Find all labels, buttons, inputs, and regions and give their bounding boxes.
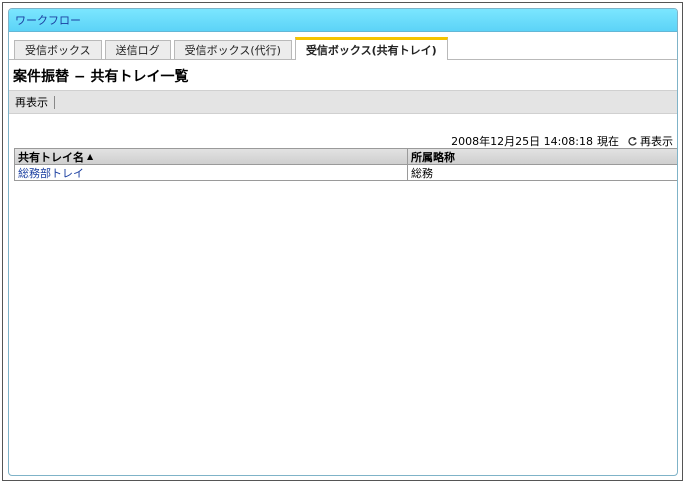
tab-inbox-shared-tray[interactable]: 受信ボックス(共有トレイ) [294,37,448,60]
tab-inbox[interactable]: 受信ボックス [14,40,102,59]
affiliation-cell: 総務 [411,166,433,180]
status-line: 2008年12月25日 14:08:18 現在 再表示 [451,133,673,149]
sort-ascending-icon: ▲ [87,152,94,161]
tab-inbox-proxy[interactable]: 受信ボックス(代行) [173,40,292,59]
table-row: 総務部トレイ 総務 [15,165,677,180]
application-frame: ワークフロー 受信ボックス 送信ログ 受信ボックス(代行) 受信ボックス(共有ト… [2,2,683,481]
tab-sent-log[interactable]: 送信ログ [104,40,171,59]
shared-tray-table: 共有トレイ名 ▲ 所属略称 総務部トレイ 総務 [14,148,677,181]
workflow-panel: ワークフロー 受信ボックス 送信ログ 受信ボックス(代行) 受信ボックス(共有ト… [8,8,678,476]
tab-bar: 受信ボックス 送信ログ 受信ボックス(代行) 受信ボックス(共有トレイ) [9,37,677,60]
tray-name-link[interactable]: 総務部トレイ [18,165,84,181]
tray-name-cell: 総務部トレイ [15,165,408,180]
timestamp: 2008年12月25日 14:08:18 [451,135,593,148]
page-title: 案件振替 − 共有トレイ一覧 [13,69,189,85]
column-header-affiliation[interactable]: 所属略称 [408,149,677,164]
current-label: 現在 [597,135,619,148]
column-header-tray-name[interactable]: 共有トレイ名 ▲ [15,149,408,164]
redisplay-button[interactable]: 再表示 [15,95,55,109]
refresh-icon [628,136,637,146]
table-header: 共有トレイ名 ▲ 所属略称 [15,149,677,165]
window-titlebar: ワークフロー [9,9,677,32]
refresh-label: 再表示 [640,135,673,148]
column-header-affiliation-label: 所属略称 [411,150,455,164]
window-title: ワークフロー [15,14,81,27]
column-header-tray-name-label: 共有トレイ名 [18,150,84,164]
toolbar: 再表示 [9,90,677,114]
refresh-button[interactable]: 再表示 [627,133,673,149]
